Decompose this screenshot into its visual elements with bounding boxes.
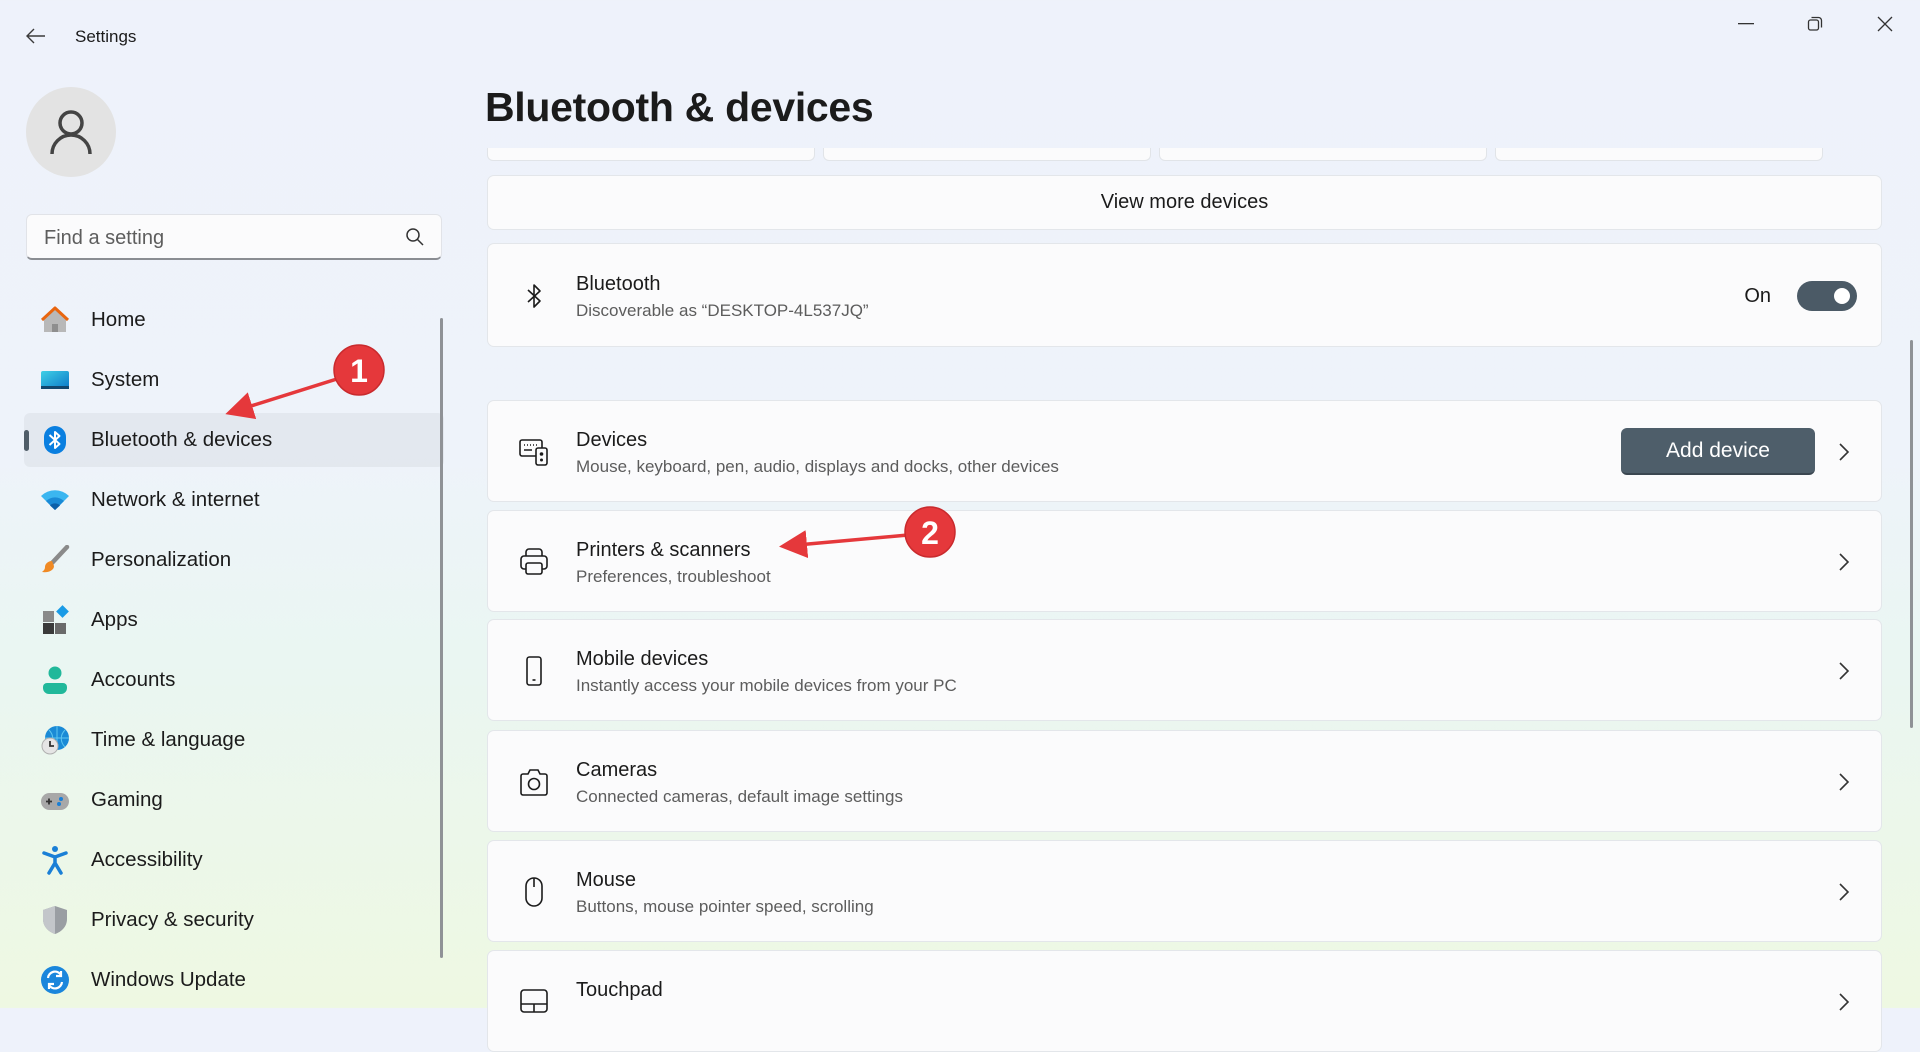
- update-icon: [41, 966, 69, 994]
- person-icon: [50, 110, 92, 155]
- mouse-icon: [525, 877, 543, 907]
- sidebar-item-label: Network & internet: [91, 488, 260, 511]
- sidebar-item-system[interactable]: System: [24, 353, 444, 407]
- restore-icon: [1807, 16, 1823, 31]
- sidebar-item-apps[interactable]: Apps: [24, 593, 444, 647]
- device-tile[interactable]: [1495, 148, 1823, 161]
- back-arrow-icon: [26, 28, 45, 44]
- sidebar-item-label: Privacy & security: [91, 908, 254, 931]
- mobile-devices-card[interactable]: Mobile devices Instantly access your mob…: [487, 619, 1882, 721]
- sidebar-item-label: Home: [91, 308, 146, 331]
- sidebar-item-home[interactable]: Home: [24, 293, 444, 347]
- paintbrush-icon: [42, 545, 70, 573]
- card-title: Mouse: [576, 869, 637, 891]
- bluetooth-subtitle: Discoverable as “DESKTOP-4L537JQ”: [576, 301, 869, 320]
- back-button[interactable]: [22, 22, 50, 50]
- search-icon[interactable]: [405, 227, 425, 247]
- restore-button[interactable]: [1787, 8, 1843, 40]
- card-subtitle: Instantly access your mobile devices fro…: [576, 676, 957, 695]
- chevron-right-icon: [1839, 883, 1850, 901]
- touchpad-card[interactable]: Touchpad: [487, 950, 1882, 1052]
- sidebar-item-personalization[interactable]: Personalization: [24, 533, 444, 587]
- sidebar-item-bluetooth-devices[interactable]: Bluetooth & devices: [24, 413, 444, 467]
- wifi-icon: [41, 490, 69, 510]
- app-title: Settings: [75, 27, 137, 46]
- sidebar-item-network[interactable]: Network & internet: [24, 473, 444, 527]
- mouse-card[interactable]: Mouse Buttons, mouse pointer speed, scro…: [487, 840, 1882, 942]
- add-device-button[interactable]: Add device: [1621, 428, 1815, 475]
- page-title: Bluetooth & devices: [485, 84, 874, 130]
- sidebar-nav: Home System Bluetooth & devices Network …: [24, 293, 444, 1013]
- search-input[interactable]: [42, 215, 386, 261]
- sidebar-item-label: Windows Update: [91, 968, 246, 991]
- sidebar-item-privacy-security[interactable]: Privacy & security: [24, 893, 444, 947]
- view-more-label: View more devices: [1100, 191, 1269, 213]
- phone-icon: [526, 656, 542, 686]
- card-subtitle: Buttons, mouse pointer speed, scrolling: [576, 897, 874, 916]
- sidebar-item-gaming[interactable]: Gaming: [24, 773, 444, 827]
- card-title: Devices: [576, 429, 648, 451]
- bluetooth-card: Bluetooth Discoverable as “DESKTOP-4L537…: [487, 243, 1882, 347]
- bluetooth-title: Bluetooth: [576, 273, 661, 295]
- bluetooth-icon: [44, 426, 66, 454]
- gamepad-icon: [41, 793, 69, 810]
- sidebar-item-label: Gaming: [91, 788, 163, 811]
- globe-clock-icon: [41, 726, 69, 755]
- card-title: Touchpad: [576, 979, 663, 1001]
- user-avatar[interactable]: [26, 87, 116, 177]
- chevron-right-icon: [1839, 443, 1850, 461]
- bluetooth-toggle[interactable]: [1797, 281, 1857, 311]
- sidebar-item-accessibility[interactable]: Accessibility: [24, 833, 444, 887]
- sidebar-item-label: Bluetooth & devices: [91, 428, 273, 451]
- main-scrollbar[interactable]: [1910, 340, 1913, 728]
- close-button[interactable]: [1857, 8, 1913, 40]
- device-tile[interactable]: [1159, 148, 1487, 161]
- selection-indicator: [24, 430, 29, 451]
- sidebar-item-label: Accessibility: [91, 848, 203, 871]
- sidebar-item-label: Accounts: [91, 668, 176, 691]
- system-icon: [41, 371, 69, 389]
- sidebar-item-accounts[interactable]: Accounts: [24, 653, 444, 707]
- printers-scanners-card[interactable]: Printers & scanners Preferences, trouble…: [487, 510, 1882, 612]
- device-tile[interactable]: [487, 148, 815, 161]
- toggle-knob: [1834, 288, 1850, 304]
- minimize-button[interactable]: [1718, 8, 1774, 40]
- shield-icon: [43, 906, 67, 934]
- touchpad-icon: [520, 989, 548, 1013]
- chevron-right-icon: [1839, 553, 1850, 571]
- sidebar-item-time-language[interactable]: Time & language: [24, 713, 444, 767]
- card-subtitle: Connected cameras, default image setting…: [576, 787, 903, 806]
- card-subtitle: Preferences, troubleshoot: [576, 567, 771, 586]
- minimize-icon: [1738, 23, 1754, 25]
- sidebar-item-label: Apps: [91, 608, 138, 631]
- sidebar-item-label: Personalization: [91, 548, 232, 571]
- card-subtitle: Mouse, keyboard, pen, audio, displays an…: [576, 457, 1059, 476]
- search-box[interactable]: [26, 214, 442, 261]
- sidebar-item-label: Time & language: [91, 728, 246, 751]
- bluetooth-icon: [527, 284, 541, 308]
- bluetooth-state-label: On: [1744, 285, 1771, 307]
- sidebar-item-windows-update[interactable]: Windows Update: [24, 953, 444, 1007]
- device-tile[interactable]: [823, 148, 1151, 161]
- camera-icon: [520, 769, 548, 796]
- chevron-right-icon: [1839, 773, 1850, 791]
- chevron-right-icon: [1839, 993, 1850, 1011]
- account-icon: [43, 666, 67, 694]
- card-title: Printers & scanners: [576, 539, 751, 561]
- accessibility-icon: [42, 846, 68, 875]
- devices-card[interactable]: Devices Mouse, keyboard, pen, audio, dis…: [487, 400, 1882, 502]
- card-title: Cameras: [576, 759, 658, 781]
- printer-icon: [520, 548, 548, 575]
- home-icon: [40, 306, 70, 332]
- devices-icon: [519, 439, 548, 466]
- card-title: Mobile devices: [576, 648, 709, 670]
- view-more-devices-button[interactable]: View more devices: [487, 175, 1882, 230]
- sidebar-scrollbar[interactable]: [440, 318, 443, 958]
- sidebar-item-label: System: [91, 368, 160, 391]
- cameras-card[interactable]: Cameras Connected cameras, default image…: [487, 730, 1882, 832]
- chevron-right-icon: [1839, 662, 1850, 680]
- apps-icon: [43, 605, 69, 634]
- close-icon: [1877, 16, 1893, 32]
